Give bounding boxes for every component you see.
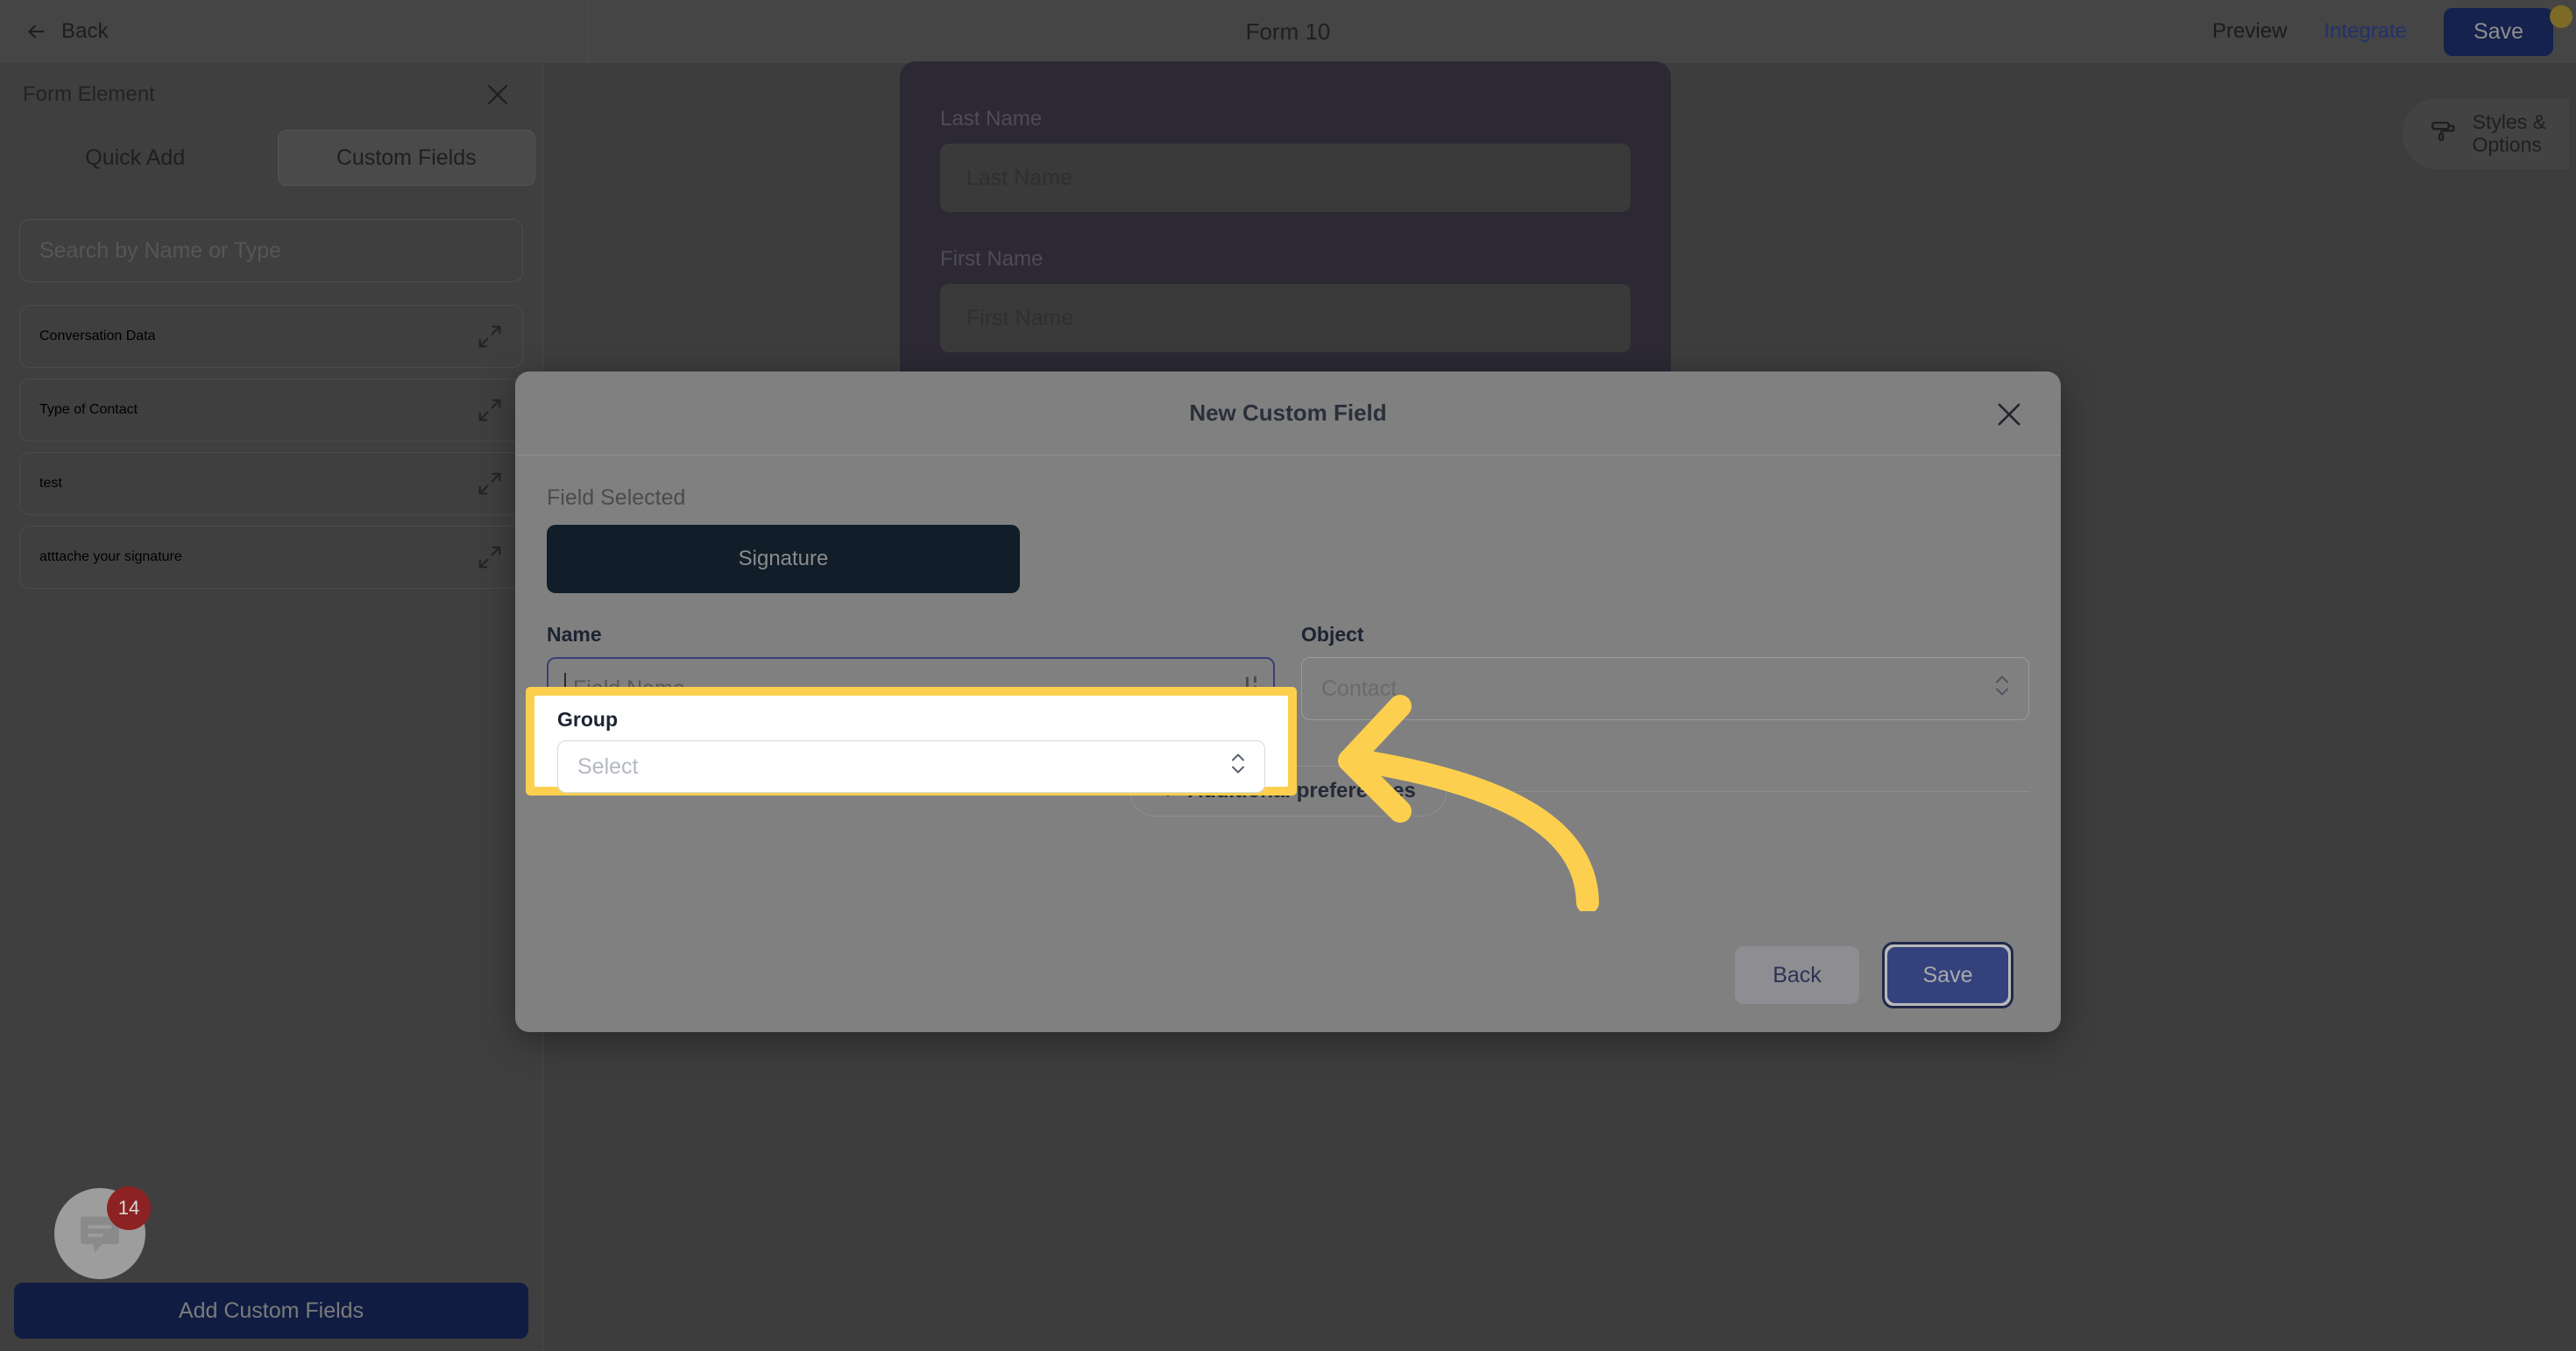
paint-roller-icon <box>2429 117 2459 151</box>
chevron-up-down-icon <box>1229 749 1247 785</box>
preview-field-label: First Name <box>940 247 1044 271</box>
list-item-label: atttache your signature <box>39 549 182 564</box>
chat-unread-badge: 14 <box>107 1186 151 1230</box>
panel-title: Form Element <box>23 82 155 106</box>
styles-options-line2: Options <box>2472 133 2542 157</box>
form-element-panel: Form Element Quick Add Custom Fields Sea… <box>0 63 543 1351</box>
list-item-label: test <box>39 476 62 491</box>
field-selected-label: Field Selected <box>547 485 686 510</box>
notification-dot <box>2550 5 2572 28</box>
save-button[interactable]: Save <box>1887 947 2008 1003</box>
top-bar-actions: Preview Integrate Save <box>2212 0 2553 63</box>
list-item[interactable]: test <box>19 452 523 515</box>
search-input[interactable]: Search by Name or Type <box>19 219 523 282</box>
top-bar: Back Form 10 Preview Integrate Save <box>0 0 2576 63</box>
styles-options-label: Styles & Options <box>2473 110 2546 157</box>
list-item[interactable]: Type of Contact <box>19 378 523 442</box>
panel-header: Form Element <box>0 63 542 126</box>
list-item-label: Conversation Data <box>39 329 156 343</box>
modal-footer: Back Save <box>515 918 2061 1032</box>
group-select[interactable]: Select <box>557 740 1265 793</box>
preview-field-input[interactable]: First Name <box>940 284 1631 352</box>
arrow-left-icon <box>25 20 47 43</box>
add-custom-fields-button[interactable]: Add Custom Fields <box>14 1283 528 1339</box>
styles-options-button[interactable]: Styles & Options <box>2402 98 2569 169</box>
object-field-group: Object Contact <box>1301 623 2029 720</box>
modal-header: New Custom Field <box>515 371 2061 456</box>
preview-button[interactable]: Preview <box>2212 19 2287 44</box>
chat-widget-button[interactable]: 14 <box>54 1186 151 1279</box>
group-field-group: Group Select <box>534 696 1288 793</box>
group-field-highlight: Group Select <box>526 687 1297 796</box>
back-label: Back <box>61 19 109 43</box>
chevron-up-down-icon <box>1993 671 2011 707</box>
back-button[interactable]: Back <box>1735 946 1859 1004</box>
object-label: Object <box>1301 623 1364 646</box>
expand-icon[interactable] <box>477 544 503 570</box>
name-label: Name <box>547 623 602 646</box>
preview-field-label: Last Name <box>940 107 1043 131</box>
object-select[interactable]: Contact <box>1301 657 2029 720</box>
tab-quick-add[interactable]: Quick Add <box>7 130 264 186</box>
tab-custom-fields[interactable]: Custom Fields <box>277 130 535 186</box>
close-icon[interactable] <box>483 80 513 110</box>
screen-root: Back Form 10 Preview Integrate Save Form… <box>0 0 2576 1351</box>
expand-icon[interactable] <box>477 397 503 423</box>
list-item[interactable]: atttache your signature <box>19 526 523 589</box>
save-button-focus-ring: Save <box>1882 942 2013 1008</box>
expand-icon[interactable] <box>477 470 503 497</box>
group-label: Group <box>557 708 618 731</box>
group-placeholder: Select <box>577 753 639 779</box>
form-preview-card: Last Name Last Name First Name First Nam… <box>900 61 1671 422</box>
modal-title: New Custom Field <box>1189 400 1387 426</box>
preview-field-input[interactable]: Last Name <box>940 144 1631 212</box>
selected-field-chip[interactable]: Signature <box>547 525 1020 593</box>
panel-tabs: Quick Add Custom Fields <box>0 126 542 195</box>
back-button[interactable]: Back <box>0 0 589 63</box>
list-item[interactable]: Conversation Data <box>19 305 523 368</box>
save-button[interactable]: Save <box>2444 7 2553 56</box>
close-icon[interactable] <box>1992 398 2026 431</box>
list-item-label: Type of Contact <box>39 402 138 417</box>
styles-options-line1: Styles & <box>2472 110 2546 133</box>
integrate-button[interactable]: Integrate <box>2324 19 2407 44</box>
object-value: Contact <box>1321 676 1398 701</box>
expand-icon[interactable] <box>477 323 503 350</box>
panel-body: Search by Name or Type Conversation Data… <box>0 195 542 589</box>
